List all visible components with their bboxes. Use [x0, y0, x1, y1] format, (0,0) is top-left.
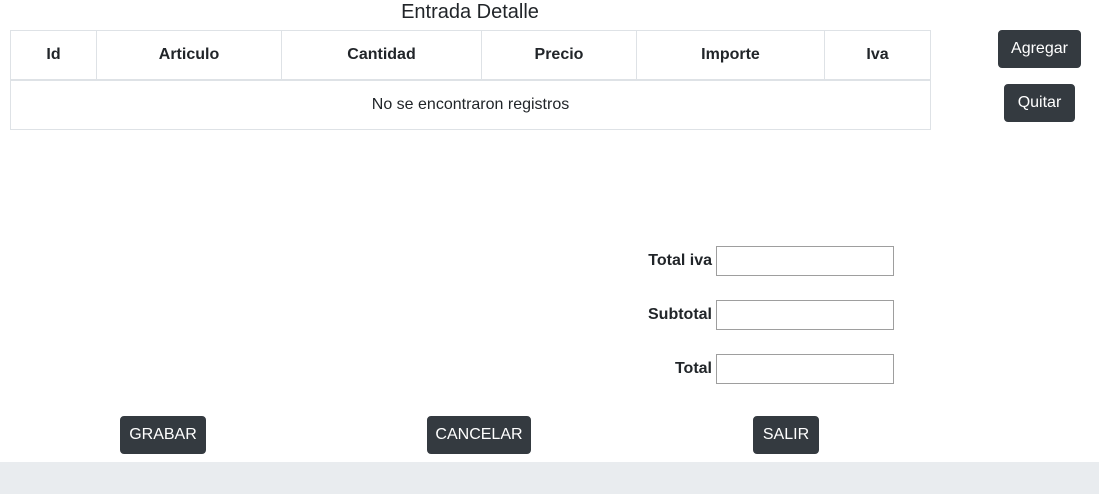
column-header-cantidad[interactable]: Cantidad [281, 30, 482, 81]
add-button[interactable]: Agregar [998, 30, 1081, 68]
subtotal-label: Subtotal [648, 306, 712, 323]
total-label: Total [674, 360, 712, 377]
total-iva-input[interactable] [716, 246, 894, 276]
section-title: Entrada Detalle [401, 1, 539, 23]
empty-message: No se encontraron registros [10, 79, 931, 130]
column-header-iva[interactable]: Iva [824, 30, 931, 81]
column-header-id[interactable]: Id [10, 30, 97, 81]
subtotal-input[interactable] [716, 300, 894, 330]
total-iva-label: Total iva [648, 252, 712, 269]
detail-table: Id Articulo Cantidad Precio Importe Iva … [10, 30, 931, 130]
cancel-button[interactable]: CANCELAR [427, 416, 531, 454]
table-row: No se encontraron registros [10, 79, 931, 130]
save-button[interactable]: GRABAR [120, 416, 206, 454]
table-header-row: Id Articulo Cantidad Precio Importe Iva [10, 30, 931, 81]
remove-button[interactable]: Quitar [1004, 84, 1075, 122]
footer-bar [0, 462, 1099, 494]
exit-button[interactable]: SALIR [753, 416, 819, 454]
total-input[interactable] [716, 354, 894, 384]
column-header-articulo[interactable]: Articulo [96, 30, 282, 81]
column-header-precio[interactable]: Precio [481, 30, 637, 81]
page: Entrada Detalle Id Articulo Cantidad Pre… [0, 0, 1099, 494]
column-header-importe[interactable]: Importe [636, 30, 825, 81]
detail-table-container: Id Articulo Cantidad Precio Importe Iva … [10, 30, 931, 130]
